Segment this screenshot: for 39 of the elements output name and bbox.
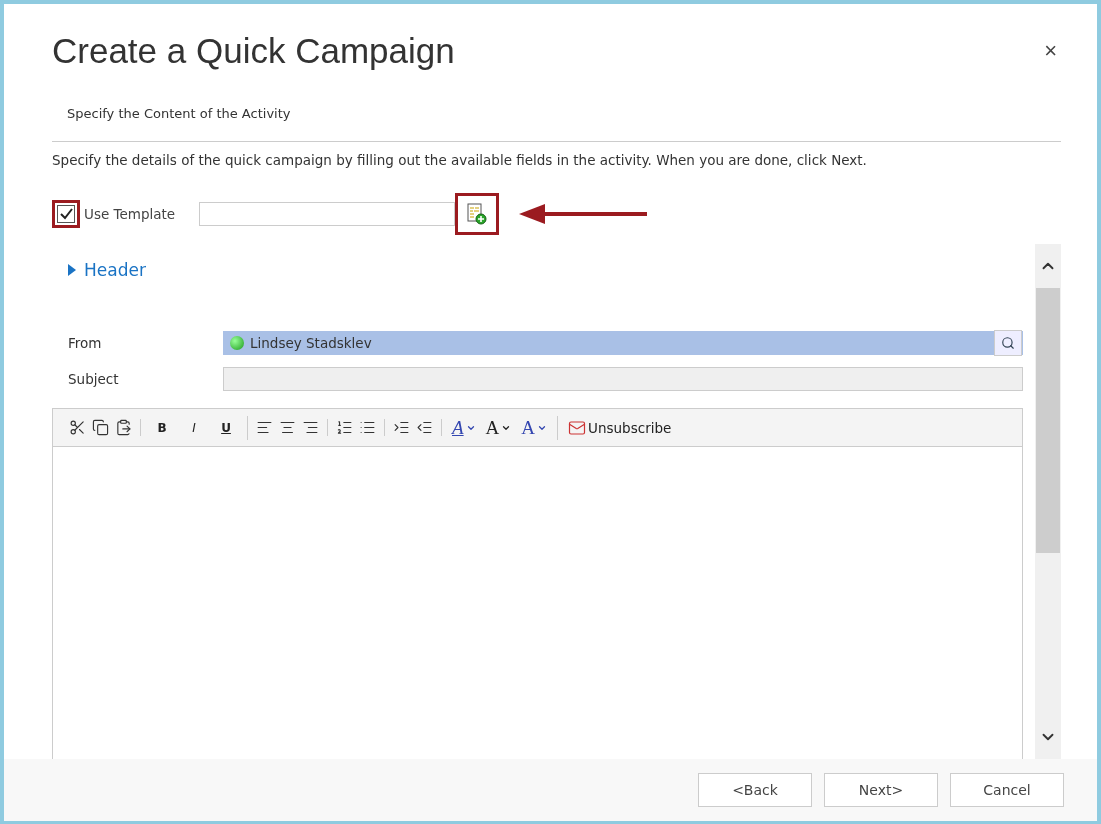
wizard-button[interactable]: <Back: [698, 773, 812, 807]
bullet-list-icon[interactable]: [359, 419, 376, 436]
close-button[interactable]: ×: [1040, 38, 1061, 64]
envelope-icon: [568, 418, 587, 437]
step-subtitle: Specify the Content of the Activity: [52, 94, 1061, 142]
description-text: Specify the details of the quick campaign by filling out the available fields in the activity. When you are done, click Next.: [52, 151, 868, 168]
align-right-icon[interactable]: [302, 419, 319, 436]
use-template-label: Use Template: [84, 206, 177, 222]
wizard-button[interactable]: Cancel: [950, 773, 1064, 807]
field-label: Subject: [68, 371, 120, 387]
from-field[interactable]: Lindsey Stadsklev: [223, 331, 1023, 355]
align-center-icon[interactable]: [279, 419, 296, 436]
paste-icon[interactable]: [115, 419, 132, 436]
checkmark-icon: [59, 208, 73, 220]
outdent-icon[interactable]: [416, 419, 433, 436]
italic-button[interactable]: I: [181, 415, 207, 440]
template-field[interactable]: [199, 202, 455, 226]
search-icon: [1001, 336, 1015, 350]
font-size-button[interactable]: A: [483, 415, 514, 440]
underline-button[interactable]: U: [213, 415, 239, 440]
expand-triangle-icon: [68, 264, 76, 276]
presence-icon: [230, 336, 244, 350]
header-section-toggle[interactable]: Header: [68, 244, 1023, 280]
font-color-button[interactable]: A: [519, 415, 550, 440]
field-label: From: [68, 335, 103, 351]
wizard-button[interactable]: Next>: [824, 773, 938, 807]
scrollbar[interactable]: [1035, 244, 1061, 759]
scroll-thumb[interactable]: [1036, 288, 1060, 553]
use-template-checkbox[interactable]: [57, 205, 75, 223]
unsubscribe-button[interactable]: Unsubscribe: [566, 415, 674, 440]
highlight-color-button[interactable]: A: [450, 415, 478, 440]
copy-icon[interactable]: [92, 419, 109, 436]
indent-icon[interactable]: [393, 419, 410, 436]
numbered-list-icon[interactable]: [336, 419, 353, 436]
lookup-button[interactable]: [994, 330, 1022, 356]
dialog-title: Create a Quick Campaign: [52, 31, 455, 71]
align-left-icon[interactable]: [256, 419, 273, 436]
cut-icon[interactable]: [69, 419, 86, 436]
bold-button[interactable]: B: [149, 415, 175, 440]
